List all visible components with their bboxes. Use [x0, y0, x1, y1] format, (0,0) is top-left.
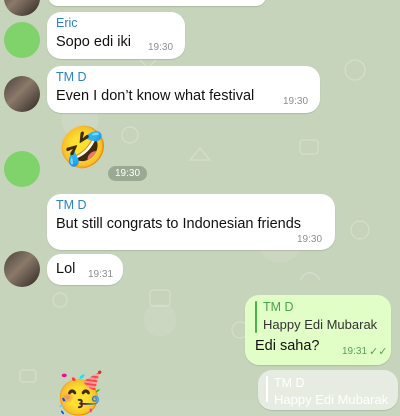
message-time: 19:31	[342, 346, 368, 357]
sender-name[interactable]: Eric	[56, 16, 78, 30]
message-time: 19:30	[283, 96, 309, 107]
avatar[interactable]	[4, 251, 40, 287]
quote-accent-bar	[266, 376, 268, 402]
avatar[interactable]	[4, 22, 40, 58]
message-text: Sopo edi iki	[56, 34, 131, 50]
message-bubble-partial[interactable]	[48, 0, 266, 6]
message-bubble[interactable]: Eric Sopo edi iki 19:30	[47, 12, 185, 59]
message-time: 19:30	[297, 234, 323, 245]
message-bubble[interactable]: Lol 19:31	[47, 254, 123, 285]
message-bubble[interactable]: TM D Even I don’t know what festival 19:…	[47, 66, 320, 113]
party-emoji-sticker[interactable]: 🥳	[54, 374, 104, 414]
message-time: 19:31	[88, 269, 114, 280]
message-text: Edi saha?	[255, 338, 320, 354]
quoted-sender[interactable]: TM D	[274, 376, 305, 390]
quoted-text[interactable]: Happy Edi Mubarak	[263, 317, 377, 332]
message-text: Even I don’t know what festival	[56, 88, 255, 104]
quoted-sender[interactable]: TM D	[263, 300, 294, 314]
quote-accent-bar	[255, 301, 257, 333]
message-text: Lol	[56, 261, 76, 277]
outgoing-message-bubble[interactable]: TM D Happy Edi Mubarak Edi saha? 19:31 ✓…	[245, 295, 391, 365]
sender-name[interactable]: TM D	[56, 70, 87, 84]
message-time: 19:30	[148, 42, 174, 53]
message-time: 19:30	[108, 166, 148, 181]
message-bubble[interactable]: TM D But still congrats to Indonesian fr…	[47, 194, 335, 250]
avatar[interactable]	[4, 76, 40, 112]
read-check-icon: ✓✓	[369, 346, 388, 358]
message-text: But still congrats to Indonesian friends	[56, 216, 302, 232]
emoji-sticker[interactable]: 🤣	[58, 128, 108, 168]
forwarded-quote-bubble[interactable]: TM D Happy Edi Mubarak	[258, 370, 398, 410]
sender-name[interactable]: TM D	[56, 198, 87, 212]
avatar[interactable]	[4, 151, 40, 187]
